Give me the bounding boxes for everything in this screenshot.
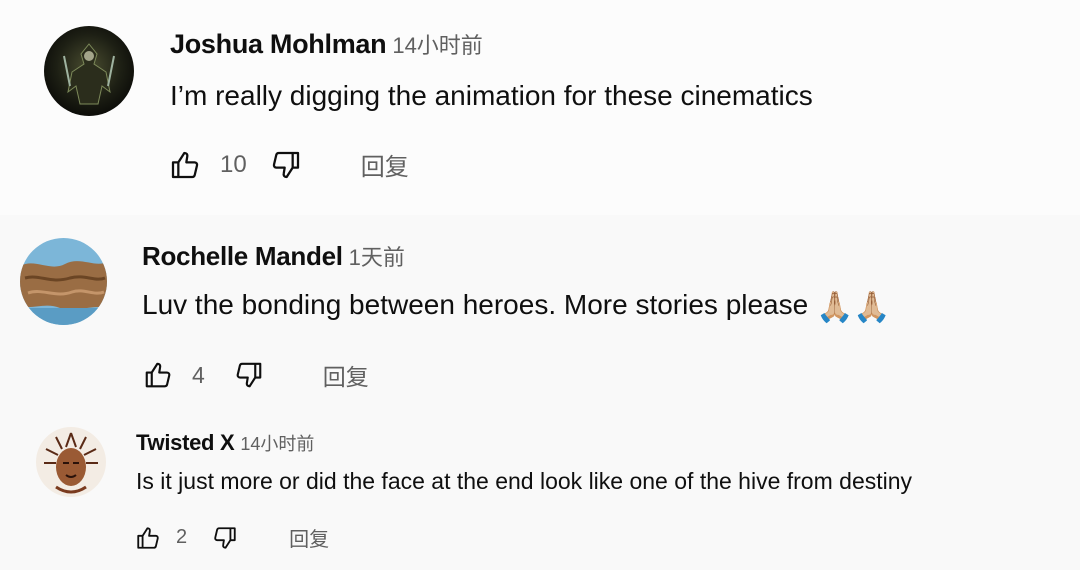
comment-thread: Rochelle Mandel 1天前 Luv the bonding betwe… bbox=[0, 215, 1080, 415]
thumbs-down-icon bbox=[214, 526, 236, 549]
like-button[interactable] bbox=[134, 524, 162, 552]
tribal-face-drawing-avatar-icon bbox=[36, 427, 106, 497]
comment-text: Is it just more or did the face at the e… bbox=[136, 468, 913, 494]
timestamp[interactable]: 14小时前 bbox=[240, 434, 314, 454]
thumbs-down-icon bbox=[272, 151, 299, 178]
like-count: 10 bbox=[220, 150, 247, 178]
comment-header: Rochelle Mandel 1天前 bbox=[142, 240, 405, 272]
dislike-button[interactable] bbox=[269, 148, 303, 182]
like-count: 4 bbox=[192, 361, 205, 388]
avatar[interactable] bbox=[44, 26, 134, 116]
thumbs-up-icon bbox=[145, 362, 171, 388]
like-button[interactable] bbox=[142, 359, 174, 391]
comment-actions: 10 回复 bbox=[168, 147, 409, 182]
timestamp[interactable]: 14小时前 bbox=[392, 33, 482, 58]
comment-body: Luv the bonding between heroes. More sto… bbox=[142, 289, 809, 320]
reply-button[interactable]: 回复 bbox=[323, 358, 369, 392]
dark-armored-figure-avatar-icon bbox=[44, 26, 134, 116]
comment-header: Twisted X 14小时前 bbox=[136, 430, 314, 456]
thumbs-down-icon bbox=[236, 362, 262, 388]
thumbs-up-icon bbox=[171, 151, 199, 178]
comment-text: I’m really digging the animation for the… bbox=[170, 80, 813, 111]
comment-actions: 4 回复 bbox=[142, 358, 369, 392]
author-name[interactable]: Rochelle Mandel bbox=[142, 241, 343, 271]
dislike-button[interactable] bbox=[233, 359, 265, 391]
comment-actions: 2 回复 bbox=[134, 523, 329, 552]
comment-text: Luv the bonding between heroes. More sto… bbox=[142, 289, 891, 325]
reply-button[interactable]: 回复 bbox=[361, 147, 409, 182]
rock-landscape-avatar-icon bbox=[20, 238, 107, 325]
avatar[interactable] bbox=[36, 427, 106, 497]
comment-thread: Joshua Mohlman 14小时前 I’m really digging t… bbox=[0, 0, 1080, 215]
author-name[interactable]: Twisted X bbox=[136, 430, 235, 455]
timestamp[interactable]: 1天前 bbox=[349, 245, 405, 270]
like-count: 2 bbox=[176, 526, 188, 548]
praying-hands-emoji-icon: 🙏🏼🙏🏼 bbox=[815, 291, 891, 324]
author-name[interactable]: Joshua Mohlman bbox=[170, 29, 387, 59]
like-button[interactable] bbox=[168, 148, 202, 182]
avatar[interactable] bbox=[20, 238, 107, 325]
comment-thread: Twisted X 14小时前 Is it just more or did th… bbox=[0, 415, 1080, 570]
reply-button[interactable]: 回复 bbox=[289, 523, 329, 552]
thumbs-up-icon bbox=[137, 526, 159, 549]
comment-header: Joshua Mohlman 14小时前 bbox=[170, 28, 483, 60]
dislike-button[interactable] bbox=[211, 524, 239, 552]
